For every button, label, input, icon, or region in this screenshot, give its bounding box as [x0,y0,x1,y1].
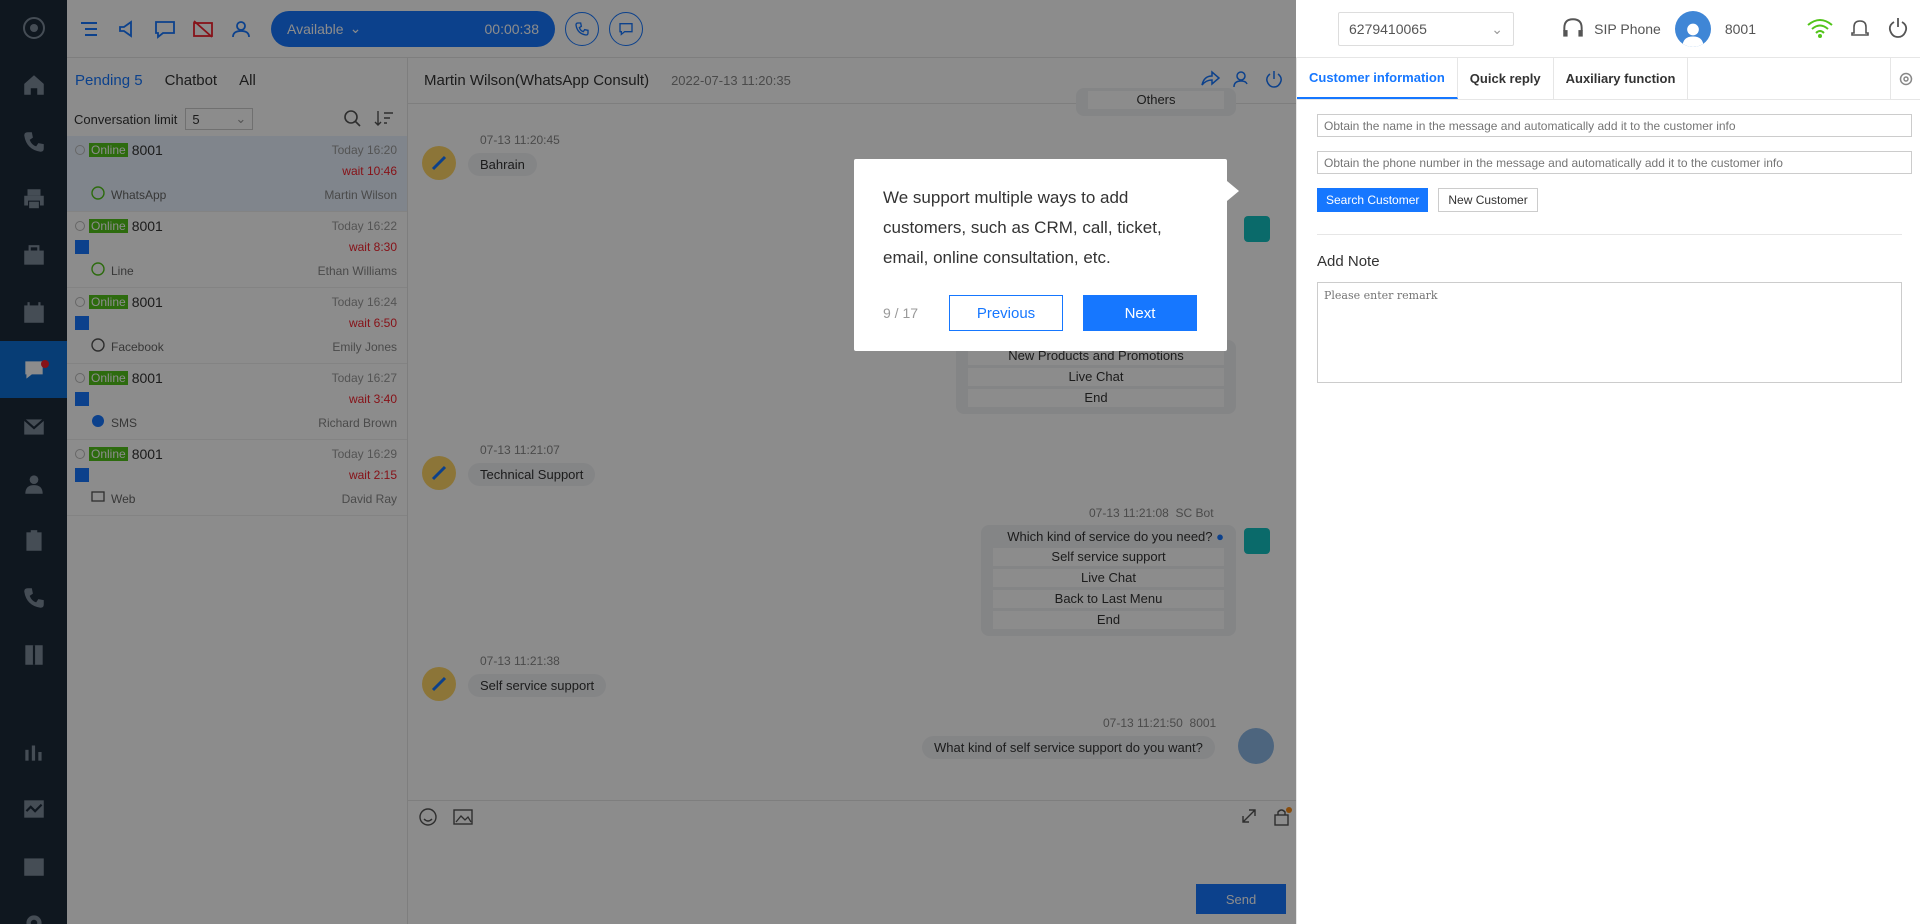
obtain-name-field[interactable] [1317,114,1912,137]
customer-panel-tabs: Customer information Quick reply Auxilia… [1297,58,1920,100]
chevron-down-icon: ⌄ [1491,20,1503,37]
gear-icon[interactable] [1890,58,1920,99]
tab-auxiliary-function[interactable]: Auxiliary function [1554,58,1689,99]
tab-quick-reply[interactable]: Quick reply [1458,58,1554,99]
customer-panel: Customer information Quick reply Auxilia… [1296,58,1920,924]
phone-number-value: 6279410065 [1349,21,1427,37]
divider [1317,234,1902,235]
app-root: Available ⌄ 00:00:38 6279410065 ⌄ SIP Ph… [0,0,1920,924]
note-textarea[interactable] [1317,282,1902,383]
agent-ext-label: 8001 [1724,21,1756,37]
bell-icon[interactable] [1848,16,1872,43]
phone-number-select[interactable]: 6279410065 ⌄ [1338,12,1514,46]
previous-button[interactable]: Previous [949,295,1063,331]
new-customer-button[interactable]: New Customer [1438,188,1538,212]
sip-phone[interactable]: SIP Phone [1560,16,1661,42]
tour-step-counter: 9 / 17 [883,305,919,321]
tour-overlay [0,0,1296,924]
tour-popover: We support multiple ways to add customer… [854,159,1239,351]
avatar [1674,11,1711,47]
top-right-area: SIP Phone 8001 [1560,0,1920,58]
sip-phone-label: SIP Phone [1594,21,1661,37]
obtain-phone-field[interactable] [1317,151,1912,174]
next-button[interactable]: Next [1083,295,1197,331]
add-note-title: Add Note [1317,253,1380,270]
headset-icon [1563,18,1583,37]
tab-customer-information[interactable]: Customer information [1297,58,1458,99]
power-icon[interactable] [1886,16,1910,43]
search-customer-button[interactable]: Search Customer [1317,188,1429,212]
wifi-icon [1806,17,1834,42]
agent-profile[interactable]: 8001 [1674,11,1792,47]
tour-text: We support multiple ways to add customer… [883,188,1162,267]
